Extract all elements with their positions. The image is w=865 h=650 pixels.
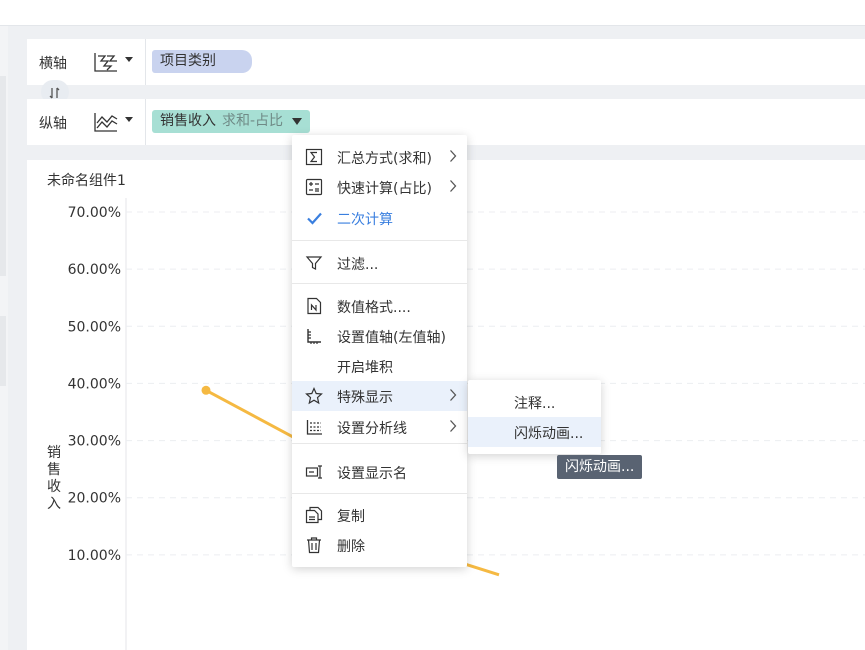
submenu-item-label: 注释... xyxy=(514,396,556,412)
menu-item-label: 数值格式.... xyxy=(337,300,411,316)
field-context-menu: 汇总方式(求和) 快速计算(占比) 二次计算过滤... 数值格式.... 设置值轴(左值… xyxy=(292,135,467,567)
star-icon xyxy=(305,387,323,405)
menu-item-copy[interactable]: 复制 xyxy=(292,500,467,530)
y-field-pill[interactable]: 销售收入 求和-占比 xyxy=(152,110,311,133)
x-axis-label: 横轴 xyxy=(39,56,67,72)
left-panel-scroll-segment xyxy=(0,316,6,386)
submenu-item-annotation[interactable]: 注释... xyxy=(468,387,601,417)
menu-item-calculator[interactable]: 快速计算(占比) xyxy=(292,172,467,202)
y-tick-label: 50.00% xyxy=(68,319,121,335)
y-axis-title: 销售收入 xyxy=(44,445,64,513)
divider xyxy=(145,99,146,145)
menu-item-star[interactable]: 特殊显示 xyxy=(292,381,467,411)
chevron-right-icon xyxy=(449,419,457,433)
value-axis-icon xyxy=(305,327,323,345)
chart-type-selector-y[interactable] xyxy=(93,109,135,135)
menu-item-analysis-line[interactable]: 设置分析线 xyxy=(292,412,467,442)
menu-divider xyxy=(292,240,467,241)
menu-item-label: 过滤... xyxy=(337,257,379,273)
chevron-right-icon xyxy=(449,179,457,193)
calculator-icon xyxy=(305,178,323,196)
y-axis-title-char: 销 xyxy=(47,445,61,461)
divider xyxy=(145,39,146,85)
menu-item-label: 设置分析线 xyxy=(337,421,407,437)
menu-item-label: 快速计算(占比) xyxy=(337,181,432,197)
x-axis-row: 横轴 项目类别 xyxy=(27,39,865,85)
menu-item-trash[interactable]: 删除 xyxy=(292,530,467,560)
submenu-item-flash-animation[interactable]: 闪烁动画... xyxy=(468,417,601,447)
menu-item-label: 二次计算 xyxy=(337,212,393,228)
line-chart-type-icon xyxy=(94,113,118,132)
y-tick-label: 10.00% xyxy=(68,548,121,564)
dropdown-triangle-icon[interactable] xyxy=(292,117,303,125)
y-axis-label: 纵轴 xyxy=(39,116,67,132)
x-field-label: 项目类别 xyxy=(160,53,216,69)
menu-item-label: 开启堆积 xyxy=(337,360,393,376)
menu-divider xyxy=(292,493,467,494)
menu-item-label: 汇总方式(求和) xyxy=(337,151,432,167)
y-tick-label: 60.00% xyxy=(68,262,121,278)
bar-chart-type-icon xyxy=(94,53,117,72)
y-axis-title-char: 售 xyxy=(47,462,61,478)
number-format-icon xyxy=(305,297,323,315)
special-display-submenu: 注释... 闪烁动画... xyxy=(468,380,601,454)
menu-item-stack[interactable]: 开启堆积 xyxy=(292,351,467,381)
chevron-down-icon[interactable] xyxy=(125,57,133,62)
data-point[interactable] xyxy=(201,385,211,395)
menu-item-label: 复制 xyxy=(337,509,365,525)
rename-icon xyxy=(305,463,323,481)
menu-item-label: 删除 xyxy=(337,539,365,555)
chevron-right-icon xyxy=(449,149,457,163)
y-axis-title-char: 收 xyxy=(47,479,61,495)
trash-icon xyxy=(305,536,323,554)
menu-item-label: 设置值轴(左值轴) xyxy=(337,330,446,346)
chevron-down-icon[interactable] xyxy=(125,117,133,122)
filter-icon xyxy=(305,254,323,272)
y-tick-label: 30.00% xyxy=(68,434,121,450)
sigma-icon xyxy=(305,148,323,166)
submenu-item-label: 闪烁动画... xyxy=(514,426,584,442)
menu-item-check[interactable]: 二次计算 xyxy=(292,203,467,233)
y-tick-label: 70.00% xyxy=(68,205,121,221)
x-field-pill[interactable]: 项目类别 xyxy=(152,50,252,73)
chevron-right-icon xyxy=(449,388,457,402)
y-axis-title-char: 入 xyxy=(47,496,61,512)
menu-item-number-format[interactable]: 数值格式.... xyxy=(292,291,467,321)
tooltip: 闪烁动画... xyxy=(557,455,643,479)
y-tick-label: 40.00% xyxy=(68,376,121,392)
copy-icon xyxy=(305,506,323,524)
swap-icon xyxy=(49,87,60,98)
top-toolbar xyxy=(0,0,865,26)
menu-divider xyxy=(292,283,467,284)
chart-type-selector-x[interactable] xyxy=(93,49,135,75)
menu-item-sigma[interactable]: 汇总方式(求和) xyxy=(292,142,467,172)
analysis-line-icon xyxy=(305,418,323,436)
menu-item-rename[interactable]: 设置显示名 xyxy=(292,457,467,487)
check-icon xyxy=(305,209,323,227)
menu-item-value-axis[interactable]: 设置值轴(左值轴) xyxy=(292,321,467,351)
menu-item-label: 设置显示名 xyxy=(337,466,407,482)
left-panel-edge xyxy=(0,26,8,650)
left-panel-scroll-segment xyxy=(0,76,6,276)
y-tick-label: 20.00% xyxy=(68,491,121,507)
menu-item-filter[interactable]: 过滤... xyxy=(292,248,467,278)
menu-item-label: 特殊显示 xyxy=(337,390,393,406)
y-field-label: 销售收入 xyxy=(160,113,216,129)
menu-divider xyxy=(292,443,467,444)
y-field-aggregation: 求和-占比 xyxy=(222,113,284,129)
